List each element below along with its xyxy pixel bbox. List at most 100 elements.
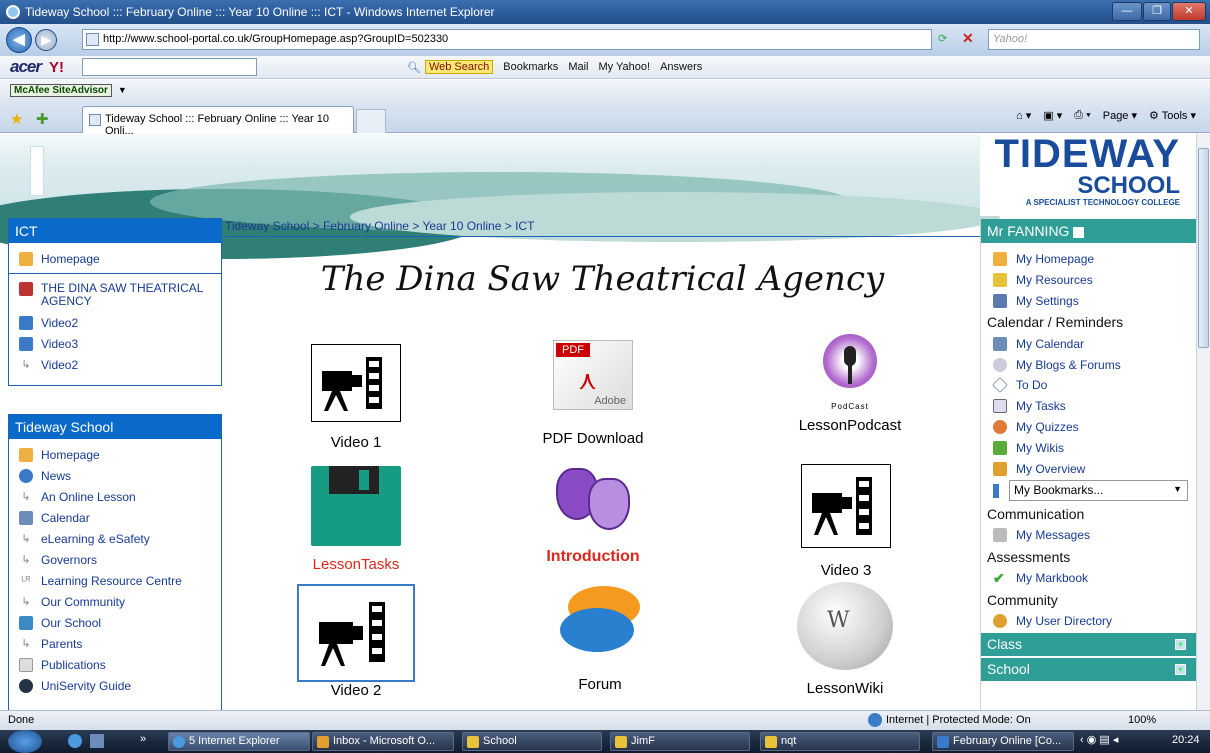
link-label: My Homepage (1016, 252, 1095, 267)
stop-icon[interactable]: ✕ (962, 30, 974, 47)
school-item-governors[interactable]: ↳ Governors (9, 549, 221, 570)
start-button[interactable] (8, 730, 42, 753)
add-favorite-icon[interactable]: ✚ (36, 110, 49, 128)
bookmark-icon (993, 483, 999, 498)
school-item-our-school[interactable]: Our School (9, 612, 221, 633)
print-icon[interactable]: ⎙ ▾ (1074, 109, 1090, 122)
taskbar-feb-online[interactable]: February Online [Co... (932, 732, 1074, 751)
bookmarks-button[interactable]: Bookmarks (503, 61, 558, 73)
maximize-button[interactable]: ❐ (1143, 2, 1171, 21)
clock[interactable]: 20:24 (1172, 734, 1200, 746)
favorites-star-icon[interactable]: ★ (10, 110, 23, 128)
new-tab-button[interactable] (356, 109, 386, 133)
more-quicklaunch-icon[interactable]: » (140, 733, 146, 745)
close-window-button[interactable]: ✕ (1172, 2, 1206, 21)
school-item-calendar[interactable]: Calendar (9, 507, 221, 528)
page-menu[interactable]: Page ▾ (1103, 109, 1137, 122)
link-my-calendar[interactable]: My Calendar (981, 333, 1196, 354)
tools-menu[interactable]: ⚙ Tools ▾ (1149, 109, 1196, 122)
school-item-community[interactable]: ↳ Our Community (9, 591, 221, 612)
school-item-parents[interactable]: ↳ Parents (9, 633, 221, 654)
link-my-wikis[interactable]: My Wikis (981, 437, 1196, 458)
class-bar[interactable]: Class ▾ (981, 633, 1196, 657)
mail-button[interactable]: Mail (568, 61, 588, 73)
link-my-homepage[interactable]: My Homepage (981, 249, 1196, 270)
link-my-blogs[interactable]: My Blogs & Forums (981, 354, 1196, 375)
school-item-publications[interactable]: Publications (9, 654, 221, 675)
school-item-online-lesson[interactable]: ↳ An Online Lesson (9, 486, 221, 507)
school-item-lrc[interactable]: ᴸᴿ Learning Resource Centre (9, 570, 221, 591)
desktop-quicklaunch-icon[interactable] (90, 734, 104, 748)
school-item-uniservity[interactable]: UniServity Guide (9, 675, 221, 696)
bookmarks-value: My Bookmarks... (1014, 482, 1104, 497)
school-item-news[interactable]: News (9, 465, 221, 486)
taskbar-nqt[interactable]: nqt (760, 732, 920, 751)
link-my-markbook[interactable]: ✔ My Markbook (981, 568, 1196, 589)
bookmarks-select[interactable]: My Bookmarks... ▼ (1009, 479, 1188, 501)
expand-icon[interactable]: ▾ (1175, 639, 1186, 651)
school-bar[interactable]: School ▾ (981, 658, 1196, 682)
browser-tab[interactable]: Tideway School ::: February Online ::: Y… (82, 106, 354, 137)
tideway-logo[interactable]: TIDEWAY SCHOOL A SPECIALIST TECHNOLOGY C… (980, 134, 1196, 216)
ict-item-video2[interactable]: Video2 (9, 312, 221, 333)
ict-item-video2-link[interactable]: ↳ Video2 (9, 354, 221, 375)
video-camera-icon (801, 464, 891, 548)
minimize-button[interactable]: — (1112, 2, 1142, 21)
scrollbar-thumb[interactable] (1198, 148, 1209, 348)
chevron-down-icon[interactable]: ▼ (118, 85, 127, 95)
school-item-elearning[interactable]: ↳ eLearning & eSafety (9, 528, 221, 549)
tray-icons[interactable]: ‹ ◉ ▤ ◂ (1080, 733, 1118, 746)
url-field[interactable]: http://www.school-portal.co.uk/GroupHome… (82, 29, 932, 50)
zoom-level[interactable]: 100% (1128, 714, 1156, 726)
forward-button[interactable]: ▶ (35, 29, 57, 51)
link-my-quizzes[interactable]: My Quizzes (981, 417, 1196, 438)
adobe-icon: ⋏ (578, 365, 598, 395)
my-yahoo-button[interactable]: My Yahoo! (598, 61, 650, 73)
link-my-tasks[interactable]: My Tasks (981, 396, 1196, 417)
tile-lesson-wiki[interactable]: W LessonWiki (780, 582, 910, 697)
school-item-homepage[interactable]: Homepage (9, 444, 221, 465)
back-button[interactable]: ◀ (6, 27, 32, 53)
expand-icon[interactable]: ▾ (1175, 664, 1186, 676)
link-my-resources[interactable]: My Resources (981, 270, 1196, 291)
arrow-icon: ↳ (21, 554, 31, 566)
ict-homepage-link[interactable]: Homepage (9, 248, 221, 269)
mcafee-siteadvisor-button[interactable]: McAfee SiteAdvisor (10, 83, 112, 97)
link-my-messages[interactable]: My Messages (981, 525, 1196, 546)
breadcrumb[interactable]: Tideway School > February Online > Year … (225, 219, 980, 237)
refresh-icon[interactable]: ⟳ (938, 32, 947, 45)
yahoo-search-box[interactable] (81, 58, 257, 76)
ict-item-video3[interactable]: Video3 (9, 333, 221, 354)
user-panel-title[interactable]: Mr FANNING (981, 219, 1196, 243)
home-icon[interactable]: ⌂ ▾ (1016, 109, 1031, 122)
yahoo-y-icon[interactable]: Y! (49, 59, 64, 76)
speech-icon (993, 357, 1007, 372)
feeds-icon[interactable]: ▣ ▾ (1043, 109, 1062, 122)
taskbar-ie[interactable]: 5 Internet Explorer (168, 732, 310, 751)
todo-icon (992, 377, 1008, 394)
tile-lesson-podcast[interactable]: PodCast LessonPodcast (780, 334, 920, 434)
vertical-scrollbar[interactable] (1196, 134, 1210, 710)
taskbar-jimf[interactable]: JimF (610, 732, 750, 751)
ict-item-dina-saw[interactable]: THE DINA SAW THEATRICAL AGENCY (9, 278, 221, 312)
tile-pdf-download[interactable]: PDF ⋏ Adobe PDF Download (528, 340, 658, 447)
link-user-directory[interactable]: My User Directory (981, 611, 1196, 632)
ie-quicklaunch-icon[interactable] (68, 734, 82, 748)
tile-video1[interactable]: Video 1 (300, 344, 412, 451)
school-item-label: Our Community (41, 594, 126, 609)
tile-video2[interactable]: Video 2 (296, 584, 416, 699)
search-input[interactable]: Yahoo! (988, 29, 1200, 50)
tile-lesson-tasks[interactable]: LessonTasks (300, 466, 412, 573)
collapse-icon[interactable] (1073, 226, 1085, 238)
tile-introduction[interactable]: Introduction (528, 464, 658, 566)
web-search-button[interactable]: Web Search (424, 60, 494, 74)
tile-forum[interactable]: Forum (540, 582, 660, 693)
zone-text[interactable]: Internet | Protected Mode: On (886, 714, 1031, 726)
taskbar-inbox[interactable]: Inbox - Microsoft O... (312, 732, 454, 751)
link-my-settings[interactable]: My Settings (981, 291, 1196, 312)
link-my-overview[interactable]: My Overview (981, 458, 1196, 479)
answers-button[interactable]: Answers (660, 61, 702, 73)
tile-video3[interactable]: Video 3 (790, 464, 902, 579)
taskbar-school[interactable]: School (462, 732, 602, 751)
link-to-do[interactable]: To Do (981, 375, 1196, 396)
